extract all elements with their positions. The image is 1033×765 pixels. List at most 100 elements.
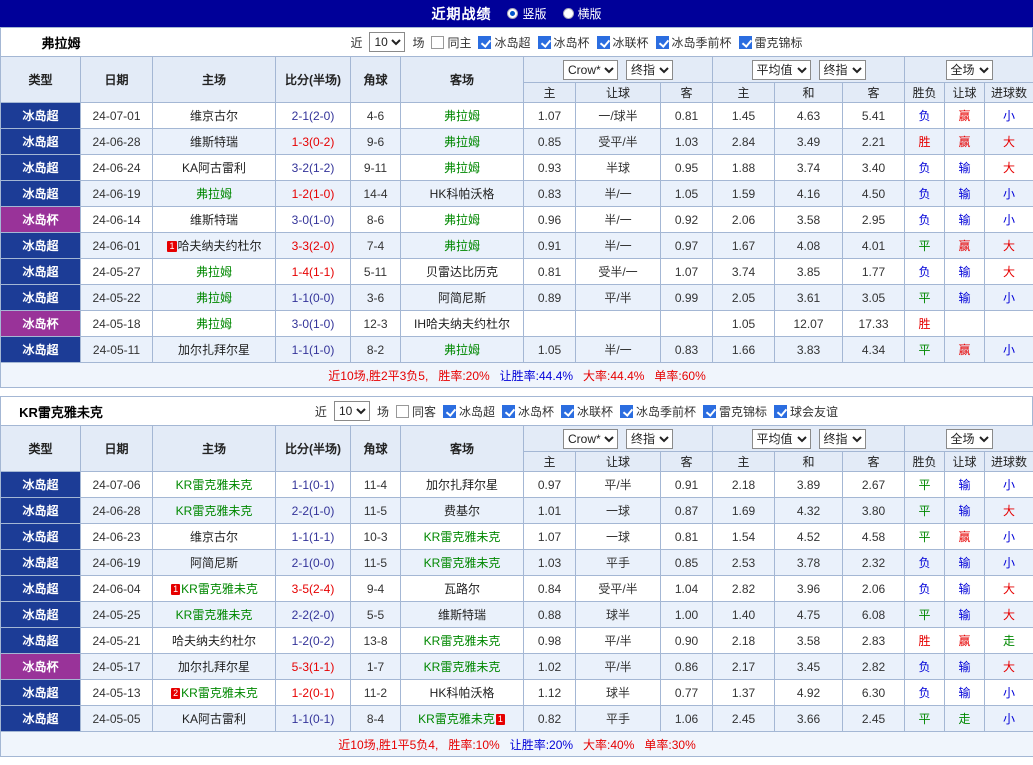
asia-final-odds-select[interactable]: 终指 xyxy=(626,429,673,449)
radio-icon[interactable] xyxy=(563,8,574,19)
euro-home-odds: 2.84 xyxy=(713,129,775,155)
away-team-cell: 维斯特瑞 xyxy=(401,602,524,628)
league-filter-checkbox[interactable]: 冰联杯 xyxy=(597,34,649,51)
asia-handicap: 半/一 xyxy=(576,233,661,259)
same-venue-checkbox[interactable]: 同客 xyxy=(396,403,436,420)
asia-final-odds-select[interactable]: 终指 xyxy=(626,60,673,80)
euro-draw-odds: 4.32 xyxy=(775,498,843,524)
asia-home-odds: 1.12 xyxy=(524,680,576,706)
team-name-text: KR雷克雅未克 xyxy=(424,634,501,648)
layout-radio-vertical[interactable]: 竖版 xyxy=(507,5,546,22)
result-group-header: 全场 xyxy=(905,426,1033,452)
corner-score: 11-5 xyxy=(351,498,401,524)
team-name-text: KR雷克雅未克 xyxy=(418,712,495,726)
checkbox-label: 冰岛超 xyxy=(494,34,530,51)
col-type-header: 类型 xyxy=(1,426,81,472)
league-filter-checkbox[interactable]: 冰岛季前杯 xyxy=(656,34,732,51)
euro-away-odds: 1.77 xyxy=(843,259,905,285)
match-date: 24-06-19 xyxy=(81,181,153,207)
team-name-text: 阿简尼斯 xyxy=(190,556,238,570)
recent-count-select[interactable]: 10 xyxy=(369,32,405,52)
euro-away-odds: 5.41 xyxy=(843,103,905,129)
result-goals: 小 xyxy=(985,285,1033,311)
asia-handicap: 一球 xyxy=(576,498,661,524)
checkbox-checked-icon[interactable] xyxy=(739,36,752,49)
euro-final-odds-select[interactable]: 终指 xyxy=(819,60,866,80)
league-filter-checkbox[interactable]: 冰岛杯 xyxy=(502,403,554,420)
league-filter-checkbox[interactable]: 冰岛杯 xyxy=(538,34,590,51)
checkbox-checked-icon[interactable] xyxy=(597,36,610,49)
checkbox-checked-icon[interactable] xyxy=(774,405,787,418)
recent-count-select[interactable]: 10 xyxy=(334,401,370,421)
asia-handicap: 半/一 xyxy=(576,207,661,233)
asia-handicap: 半球 xyxy=(576,155,661,181)
checkbox-checked-icon[interactable] xyxy=(656,36,669,49)
average-odds-select[interactable]: 平均值 xyxy=(752,429,811,449)
league-filter-checkbox[interactable]: 雷克锦标 xyxy=(739,34,803,51)
euro-home-odds: 2.18 xyxy=(713,628,775,654)
team-name-text: 维斯特瑞 xyxy=(190,213,238,227)
summary-stat: 让胜率:44.4% xyxy=(500,369,573,383)
team-name-text: KR雷克雅未克 xyxy=(176,608,253,622)
away-team-cell: KR雷克雅未克 xyxy=(401,550,524,576)
summary-stat: 让胜率:20% xyxy=(510,738,573,752)
league-filter-checkbox[interactable]: 冰岛超 xyxy=(443,403,495,420)
checkbox-unchecked-icon[interactable] xyxy=(396,405,409,418)
checkbox-checked-icon[interactable] xyxy=(538,36,551,49)
checkbox-checked-icon[interactable] xyxy=(478,36,491,49)
asia-home-odds xyxy=(524,311,576,337)
same-venue-checkbox[interactable]: 同主 xyxy=(431,34,471,51)
euro-away-odds: 2.82 xyxy=(843,654,905,680)
average-odds-select[interactable]: 平均值 xyxy=(752,60,811,80)
euro-final-odds-select[interactable]: 终指 xyxy=(819,429,866,449)
euro-away-odds: 2.95 xyxy=(843,207,905,233)
layout-radio-horizontal[interactable]: 横版 xyxy=(563,5,602,22)
checkbox-label: 同主 xyxy=(447,34,471,51)
match-row: 冰岛超24-05-11加尔扎拜尔星1-1(1-0)8-2弗拉姆1.05半/一0.… xyxy=(1,337,1033,363)
radio-icon[interactable] xyxy=(507,8,518,19)
league-type-cell: 冰岛超 xyxy=(1,155,81,181)
asia-handicap: 平/半 xyxy=(576,628,661,654)
checkbox-checked-icon[interactable] xyxy=(703,405,716,418)
result-handicap: 输 xyxy=(945,654,985,680)
asia-handicap: 平/半 xyxy=(576,654,661,680)
home-team-cell: KR雷克雅未克 xyxy=(153,602,276,628)
match-row: 冰岛超24-06-28维斯特瑞1-3(0-2)9-6弗拉姆0.85受平/半1.0… xyxy=(1,129,1033,155)
result-goals xyxy=(985,311,1033,337)
checkbox-label: 同客 xyxy=(412,403,436,420)
checkbox-checked-icon[interactable] xyxy=(561,405,574,418)
league-filter-checkbox[interactable]: 冰岛季前杯 xyxy=(620,403,696,420)
checkbox-checked-icon[interactable] xyxy=(443,405,456,418)
euro-away-odds: 3.80 xyxy=(843,498,905,524)
home-team-cell: 2KR雷克雅未克 xyxy=(153,680,276,706)
result-handicap: 输 xyxy=(945,285,985,311)
checkbox-checked-icon[interactable] xyxy=(620,405,633,418)
away-team-cell: HK科帕沃格 xyxy=(401,181,524,207)
result-outcome: 平 xyxy=(905,472,945,498)
league-type-cell: 冰岛杯 xyxy=(1,654,81,680)
match-row: 冰岛超24-06-041KR雷克雅未克3-5(2-4)9-4瓦路尔0.84受平/… xyxy=(1,576,1033,602)
bookmaker-select[interactable]: Crow* xyxy=(563,60,618,80)
match-scope-select[interactable]: 全场 xyxy=(946,429,993,449)
euro-draw-odds: 3.66 xyxy=(775,706,843,732)
euro-home-odds: 1.54 xyxy=(713,524,775,550)
asia-handicap: 受平/半 xyxy=(576,129,661,155)
match-date: 24-06-24 xyxy=(81,155,153,181)
result-goals: 小 xyxy=(985,472,1033,498)
checkbox-checked-icon[interactable] xyxy=(502,405,515,418)
asia-home-odds: 1.07 xyxy=(524,103,576,129)
league-type-cell: 冰岛超 xyxy=(1,129,81,155)
league-filter-checkbox[interactable]: 冰岛超 xyxy=(478,34,530,51)
match-scope-select[interactable]: 全场 xyxy=(946,60,993,80)
summary-cell: 近10场,胜1平5负4,胜率:10%让胜率:20%大率:40%单率:30% xyxy=(1,732,1033,757)
home-team-cell: 维京古尔 xyxy=(153,524,276,550)
summary-stat: 近10场,胜1平5负4, xyxy=(338,738,438,752)
result-handicap: 输 xyxy=(945,259,985,285)
league-filter-checkbox[interactable]: 冰联杯 xyxy=(561,403,613,420)
league-filter-checkbox[interactable]: 球会友谊 xyxy=(774,403,838,420)
checkbox-unchecked-icon[interactable] xyxy=(431,36,444,49)
bookmaker-select[interactable]: Crow* xyxy=(563,429,618,449)
result-handicap: 赢 xyxy=(945,233,985,259)
league-filter-checkbox[interactable]: 雷克锦标 xyxy=(703,403,767,420)
asia-handicap: 平/半 xyxy=(576,285,661,311)
